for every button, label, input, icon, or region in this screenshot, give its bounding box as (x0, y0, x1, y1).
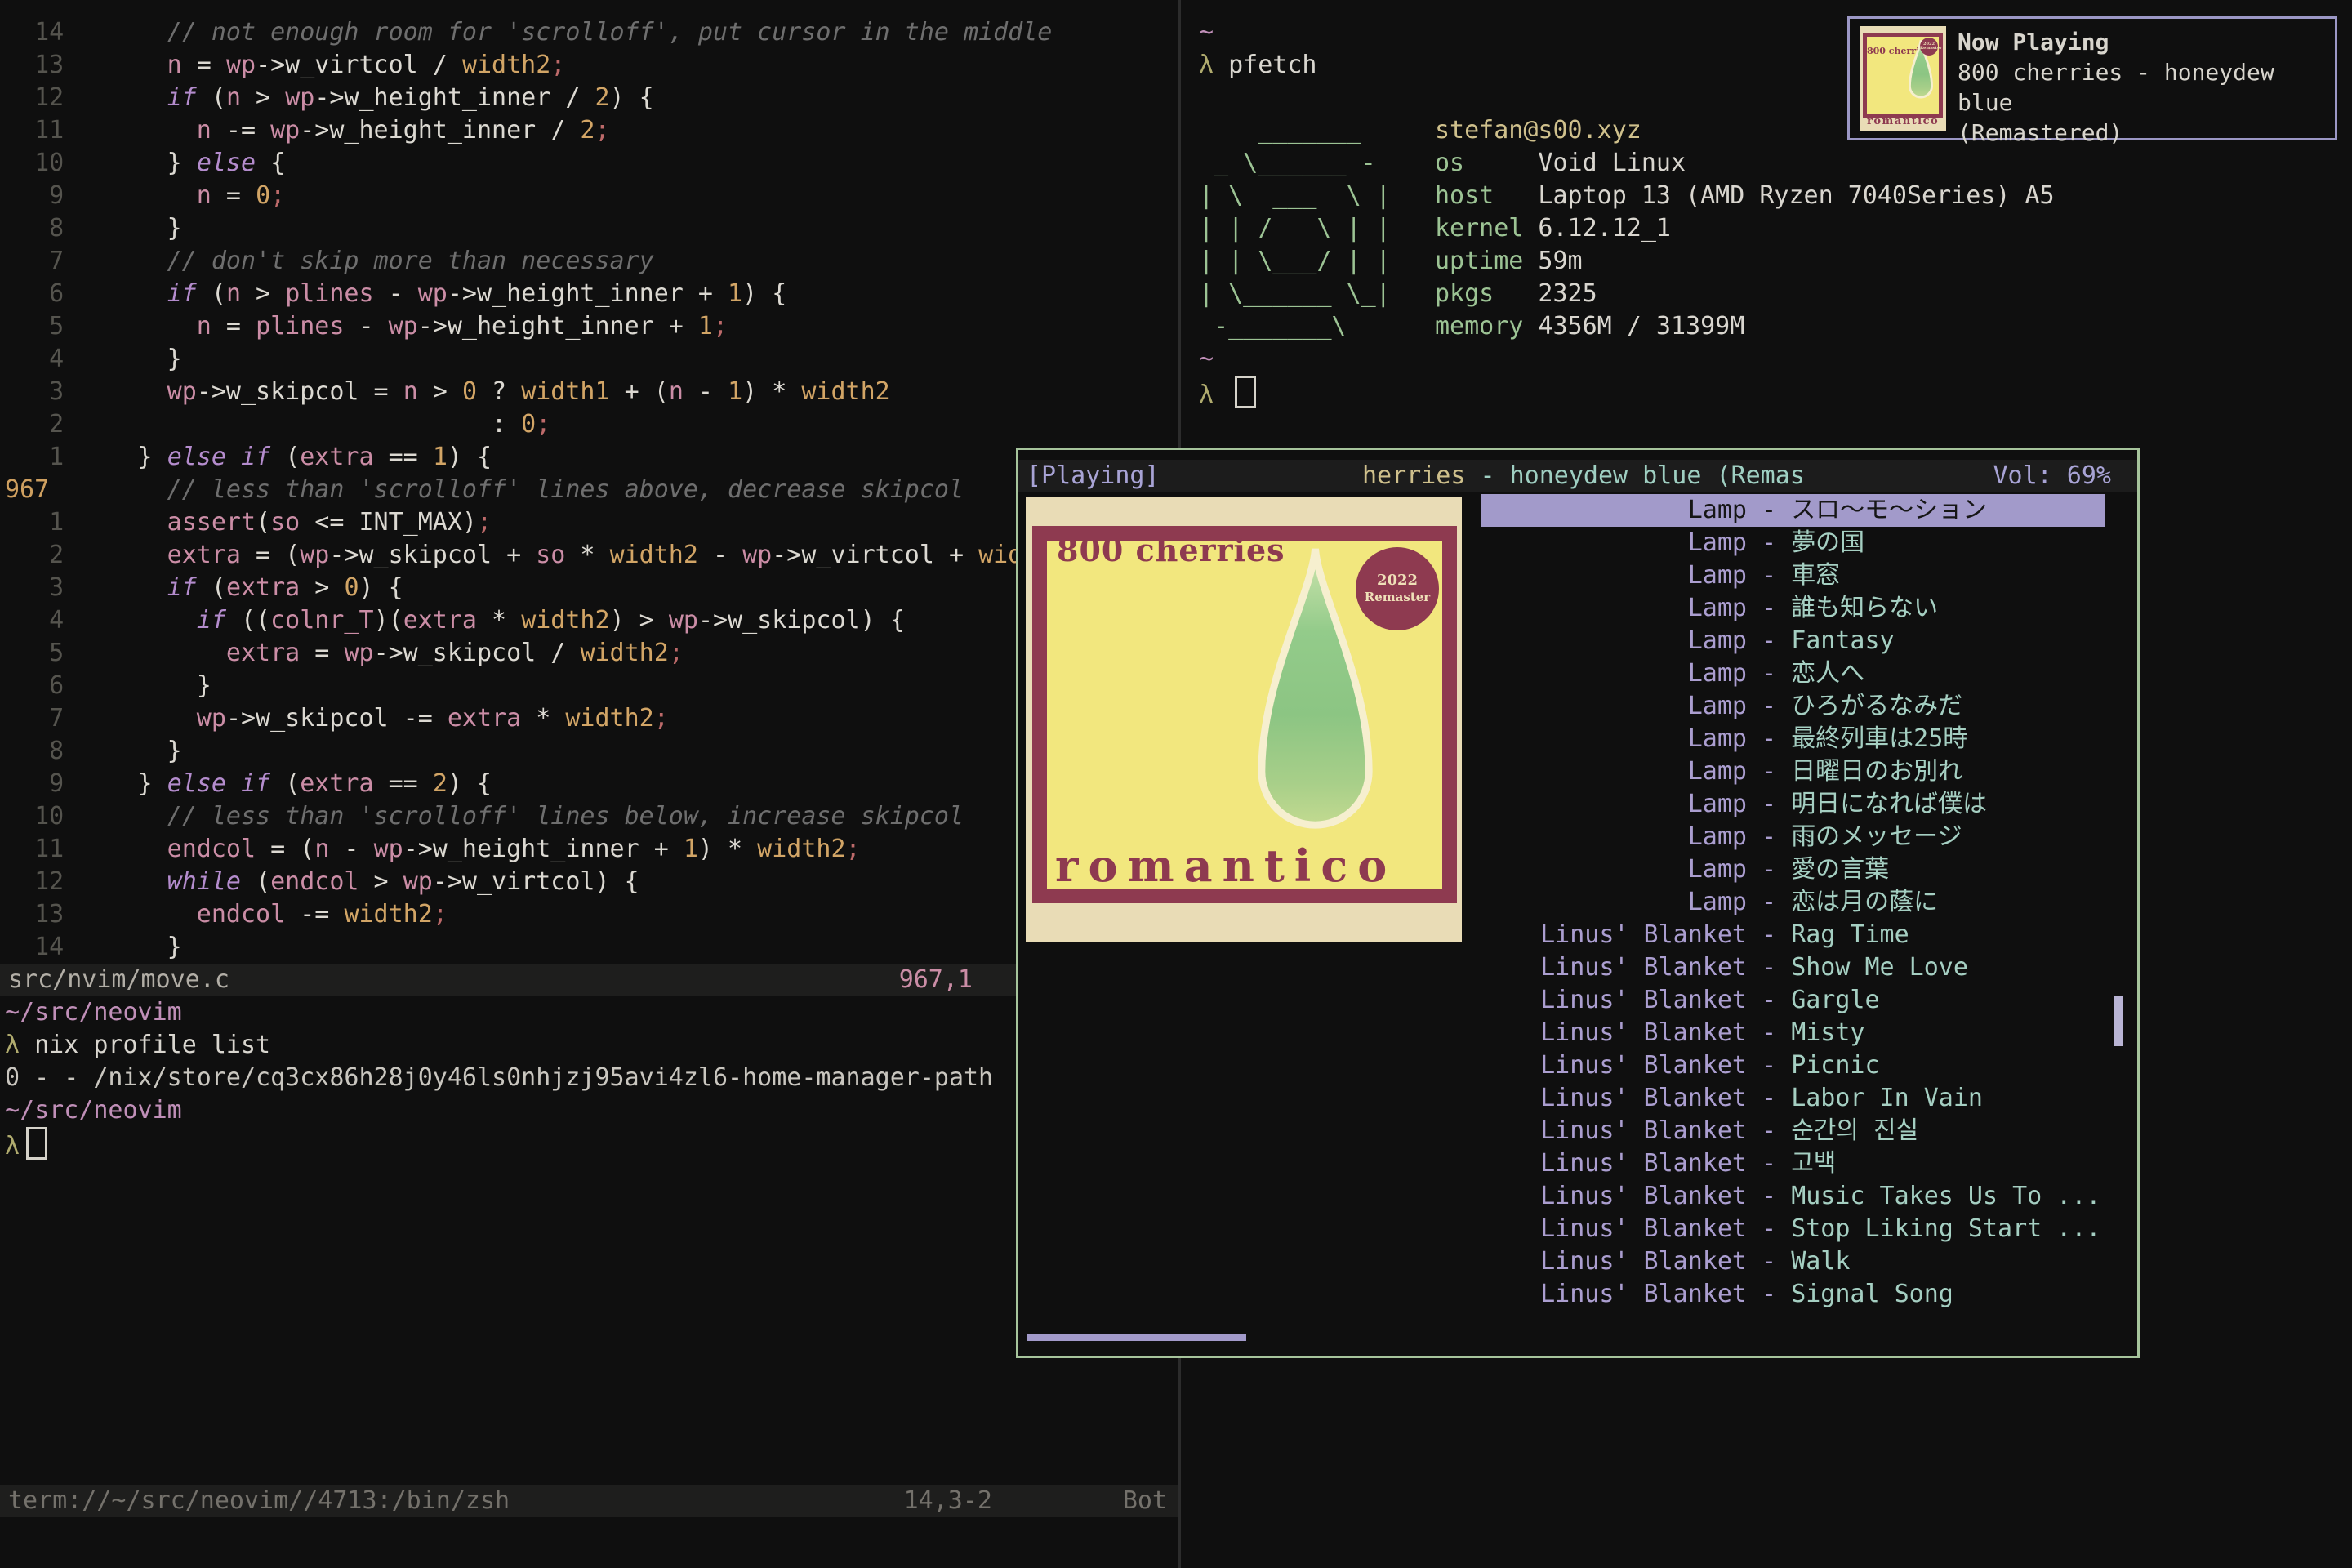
playlist-row[interactable]: Lamp - 誰も知らない (1481, 592, 2105, 625)
playlist-row[interactable]: Linus' Blanket - Picnic (1481, 1049, 2105, 1082)
playlist-row[interactable]: Lamp - スロ〜モ〜ション (1481, 494, 2105, 527)
playlist-row[interactable]: Linus' Blanket - Stop Liking Start ... (1481, 1213, 2105, 1245)
playlist-row[interactable]: Lamp - 日曜日のお別れ (1481, 755, 2105, 788)
terminal-statusline: term://~/src/neovim//4713:/bin/zsh 14,3-… (0, 1485, 1178, 1517)
playlist-row[interactable]: Lamp - Fantasy (1481, 625, 2105, 657)
playlist-row[interactable]: Lamp - 最終列車は25時 (1481, 723, 2105, 755)
album-art-thumbnail: 800 cherries 2022 Remaster romantico (1860, 26, 1946, 131)
nvim-code-pane[interactable]: 14 // not enough room for 'scrolloff', p… (0, 0, 1178, 1568)
playlist-row[interactable]: Lamp - 愛の言葉 (1481, 853, 2105, 886)
playlist-row[interactable]: Linus' Blanket - Gargle (1481, 984, 2105, 1017)
code-buffer: 14 // not enough room for 'scrolloff', p… (5, 16, 1141, 964)
playlist: Lamp - スロ〜モ〜ションLamp - 夢の国Lamp - 車窓Lamp -… (1481, 494, 2105, 1311)
remaster-badge: 2022 Remaster (1356, 547, 1439, 630)
playlist-row[interactable]: Lamp - 恋は月の蔭に (1481, 886, 2105, 919)
playlist-row[interactable]: Linus' Blanket - 순간의 진실 (1481, 1115, 2105, 1147)
playlist-row[interactable]: Linus' Blanket - Signal Song (1481, 1278, 2105, 1311)
terminal-statusline-position: Bot (1123, 1485, 1167, 1517)
track-progress-bar[interactable] (1027, 1334, 1246, 1341)
player-header: [Playing] herries - honeydew blue (Remas… (1018, 460, 2137, 492)
player-volume[interactable]: Vol: 69% (1993, 460, 2112, 492)
playlist-row[interactable]: Lamp - 雨のメッセージ (1481, 821, 2105, 853)
player-state: [Playing] (1027, 460, 1160, 492)
now-playing-notification[interactable]: 800 cherries 2022 Remaster romantico Now… (1847, 16, 2337, 140)
playlist-row[interactable]: Lamp - 車窓 (1481, 559, 2105, 592)
album-title-label: romantico (1867, 105, 1939, 131)
playlist-row[interactable]: Lamp - 恋人へ (1481, 657, 2105, 690)
remaster-badge: 2022 Remaster (1920, 38, 1938, 56)
playlist-row[interactable]: Linus' Blanket - Labor In Vain (1481, 1082, 2105, 1115)
album-title-label: romantico (1055, 849, 1396, 882)
notification-track-suffix: (Remastered) (1958, 118, 2335, 148)
embedded-terminal[interactable]: ~/src/neovimλ nix profile list0 - - /nix… (5, 996, 993, 1160)
statusline-ruler: 967,1 (899, 964, 973, 996)
player-scrolling-title: herries - honeydew blue (Remas (1362, 460, 1805, 492)
music-player-window[interactable]: [Playing] herries - honeydew blue (Remas… (1016, 448, 2140, 1358)
playlist-row[interactable]: Lamp - 明日になれば僕は (1481, 788, 2105, 821)
album-art: 800 cherries 2022 Remaster romantico (1026, 497, 1462, 942)
terminal-statusline-ruler: 14,3-2 (904, 1485, 992, 1517)
playlist-scrollbar[interactable] (2114, 996, 2123, 1046)
nvim-statusline: src/nvim/move.c 967,1 (0, 964, 1178, 996)
desktop: 14 // not enough room for 'scrolloff', p… (0, 0, 2352, 1568)
playlist-row[interactable]: Linus' Blanket - 고백 (1481, 1147, 2105, 1180)
statusline-filename: src/nvim/move.c (8, 964, 229, 996)
playlist-row[interactable]: Lamp - ひろがるなみだ (1481, 690, 2105, 723)
notification-text: Now Playing 800 cherries - honeydew blue… (1946, 19, 2335, 138)
playlist-row[interactable]: Linus' Blanket - Rag Time (1481, 919, 2105, 951)
notification-title: Now Playing (1958, 27, 2335, 57)
playlist-row[interactable]: Linus' Blanket - Show Me Love (1481, 951, 2105, 984)
notification-track: 800 cherries - honeydew blue (1958, 57, 2335, 118)
playlist-row[interactable]: Lamp - 夢の国 (1481, 527, 2105, 559)
terminal-statusline-filename: term://~/src/neovim//4713:/bin/zsh (8, 1485, 510, 1517)
playlist-row[interactable]: Linus' Blanket - Walk (1481, 1245, 2105, 1278)
playlist-row[interactable]: Linus' Blanket - Music Takes Us To ... (1481, 1180, 2105, 1213)
playlist-row[interactable]: Linus' Blanket - Misty (1481, 1017, 2105, 1049)
